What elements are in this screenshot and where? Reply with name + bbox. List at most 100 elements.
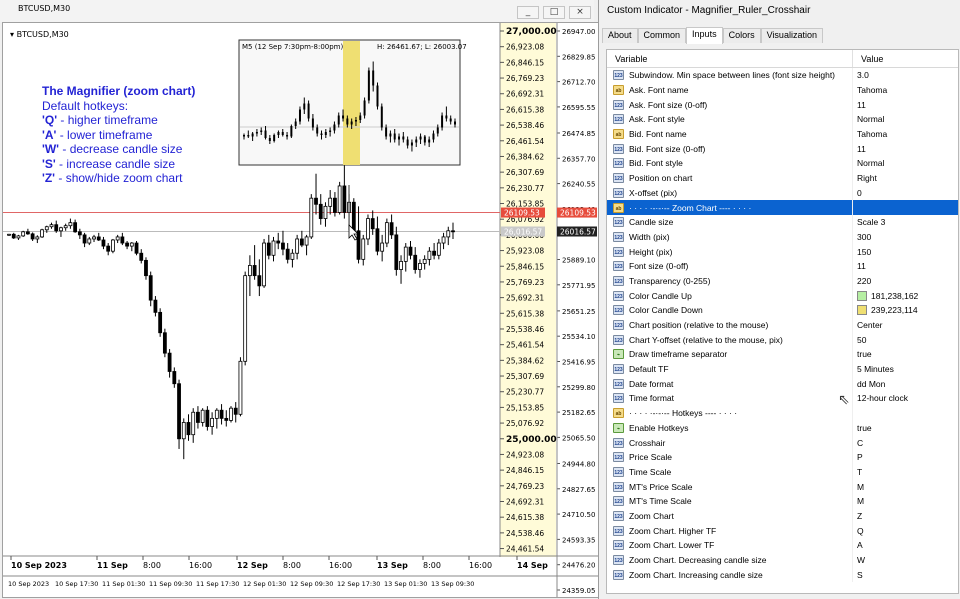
input-row[interactable]: 123 Color Candle Down 239,223,114 (607, 303, 958, 318)
time-label: 14 Sep (517, 561, 548, 570)
hotkey-z: 'Z' (42, 171, 56, 185)
value-cell[interactable]: 50 (853, 335, 866, 345)
value-cell[interactable]: P (853, 452, 863, 462)
input-row[interactable]: 123 MT's Time Scale M (607, 493, 958, 509)
candle-body (299, 238, 304, 246)
input-row[interactable]: 123 Subwindow. Min space between lines (f… (607, 68, 958, 83)
price-label: 24,615.38 (506, 513, 544, 522)
input-row[interactable]: 123 Transparency (0-255) 220 (607, 273, 958, 289)
candle-body (68, 222, 73, 227)
maximize-button[interactable]: □ (543, 6, 565, 19)
input-row[interactable]: 123 Ask. Font style Normal (607, 112, 958, 127)
value-cell[interactable]: true (853, 423, 872, 433)
tab-about[interactable]: About (602, 28, 638, 43)
input-row[interactable]: 123 Width (pix) 300 (607, 229, 958, 245)
input-row[interactable]: ab Bid. Font name Tahoma (607, 126, 958, 142)
input-row[interactable]: 123 Zoom Chart Z (607, 508, 958, 524)
value-cell[interactable]: dd Mon (853, 379, 885, 389)
input-row[interactable]: 123 Height (pix) 150 (607, 244, 958, 259)
input-row[interactable]: 123 Font size (0-off) 11 (607, 258, 958, 274)
inputs-grid[interactable]: Variable Value 123 Subwindow. Min space b… (606, 49, 959, 594)
value-cell[interactable]: A (853, 540, 863, 550)
input-row[interactable]: 123 Zoom Chart. Increasing candle size S (607, 567, 958, 583)
tab-visualization[interactable]: Visualization (760, 28, 823, 43)
value-cell[interactable]: 11 (853, 100, 866, 110)
input-row[interactable]: 123 Time Scale T (607, 464, 958, 480)
value-cell[interactable]: T (853, 467, 862, 477)
value-cell[interactable]: C (853, 438, 863, 448)
column-variable[interactable]: Variable (607, 50, 853, 67)
input-row[interactable]: 123 X-offset (pix) 0 (607, 185, 958, 201)
input-row[interactable]: 123 Default TF 5 Minutes (607, 361, 958, 377)
variable-cell: 123 Color Candle Down (607, 303, 853, 318)
input-row[interactable]: ab · · · · ·-·-·-- Zoom Chart ---- · · · … (607, 200, 958, 215)
value-cell[interactable]: true (853, 349, 872, 359)
value-cell[interactable]: 220 (853, 276, 871, 286)
value-cell[interactable]: Normal (853, 114, 884, 124)
input-row[interactable]: 123 Position on chart Right (607, 170, 958, 186)
color-swatch[interactable] (857, 290, 867, 301)
value-cell[interactable]: S (853, 570, 863, 580)
close-button[interactable]: × (569, 6, 591, 19)
input-row[interactable]: 123 Zoom Chart. Higher TF Q (607, 523, 958, 538)
value-cell[interactable]: 239,223,114 (853, 305, 918, 316)
candle-body (167, 352, 172, 372)
input-row[interactable]: 123 Zoom Chart. Decreasing candle size W (607, 552, 958, 568)
value-cell[interactable]: 0 (853, 188, 862, 198)
input-row[interactable]: 123 Bid. Font style Normal (607, 156, 958, 171)
input-row[interactable]: 123 Chart position (relative to the mouse… (607, 317, 958, 333)
input-row[interactable]: ab Ask. Font name Tahoma (607, 82, 958, 98)
string-param-icon: ab (613, 129, 624, 140)
value-cell[interactable]: 300 (853, 232, 871, 242)
input-row[interactable]: ab · · · · ·-·-·-- Hotkeys ---- · · · · (607, 405, 958, 421)
value-cell[interactable]: Tahoma (853, 129, 887, 139)
value-cell[interactable]: 11 (853, 144, 866, 154)
input-row[interactable]: 123 Candle size Scale 3 (607, 214, 958, 230)
input-row[interactable]: 123 MT's Price Scale M (607, 479, 958, 494)
column-value[interactable]: Value (853, 50, 883, 67)
input-row[interactable]: 123 Time format 12-hour clock (607, 391, 958, 406)
value-cell[interactable]: 3.0 (853, 70, 869, 80)
input-row[interactable]: 123 Crosshair C (607, 435, 958, 450)
input-row[interactable]: ⌁ Draw timeframe separator true (607, 347, 958, 362)
value-cell[interactable]: W (853, 555, 865, 565)
minimize-button[interactable]: _ (517, 6, 539, 19)
tab-inputs[interactable]: Inputs (686, 27, 723, 44)
input-row[interactable]: 123 Color Candle Up 181,238,162 (607, 288, 958, 303)
input-row[interactable]: 123 Date format dd Mon (607, 376, 958, 392)
variable-cell: 123 Font size (0-off) (607, 258, 853, 274)
variable-cell: 123 Candle size (607, 214, 853, 230)
value-cell[interactable]: 5 Minutes (853, 364, 894, 374)
numeric-param-icon: 123 (613, 99, 624, 110)
value-cell[interactable]: M (853, 496, 864, 506)
value-cell[interactable]: 150 (853, 247, 871, 257)
numeric-param-icon: 123 (613, 305, 624, 316)
tab-colors[interactable]: Colors (722, 28, 761, 43)
value-cell[interactable]: M (853, 482, 864, 492)
mt-price-label: 24359.05 (562, 587, 595, 595)
zoom-highlight-band (343, 41, 360, 165)
candle-body (210, 417, 215, 427)
value-cell[interactable]: Z (853, 511, 862, 521)
color-swatch[interactable] (857, 305, 867, 316)
input-row[interactable]: 123 Zoom Chart. Lower TF A (607, 538, 958, 553)
value-cell[interactable]: 181,238,162 (853, 290, 918, 301)
value-cell[interactable]: Center (853, 320, 883, 330)
value-cell[interactable]: Q (853, 526, 864, 536)
value-cell[interactable]: 11 (853, 261, 866, 271)
value-cell[interactable]: Tahoma (853, 85, 887, 95)
candle-body (106, 245, 111, 252)
tab-common[interactable]: Common (637, 28, 687, 43)
candle-body (384, 222, 389, 244)
numeric-param-icon: 123 (613, 114, 624, 125)
candle-body (87, 238, 92, 244)
input-row[interactable]: 123 Ask. Font size (0-off) 11 (607, 97, 958, 113)
value-cell[interactable]: Right (853, 173, 877, 183)
value-cell[interactable]: 12-hour clock (853, 393, 908, 403)
input-row[interactable]: 123 Bid. Font size (0-off) 11 (607, 141, 958, 157)
input-row[interactable]: ⌁ Enable Hotkeys true (607, 420, 958, 436)
value-cell[interactable]: Scale 3 (853, 217, 885, 227)
input-row[interactable]: 123 Price Scale P (607, 449, 958, 465)
value-cell[interactable]: Normal (853, 158, 884, 168)
input-row[interactable]: 123 Chart Y-offset (relative to the mouse… (607, 332, 958, 348)
